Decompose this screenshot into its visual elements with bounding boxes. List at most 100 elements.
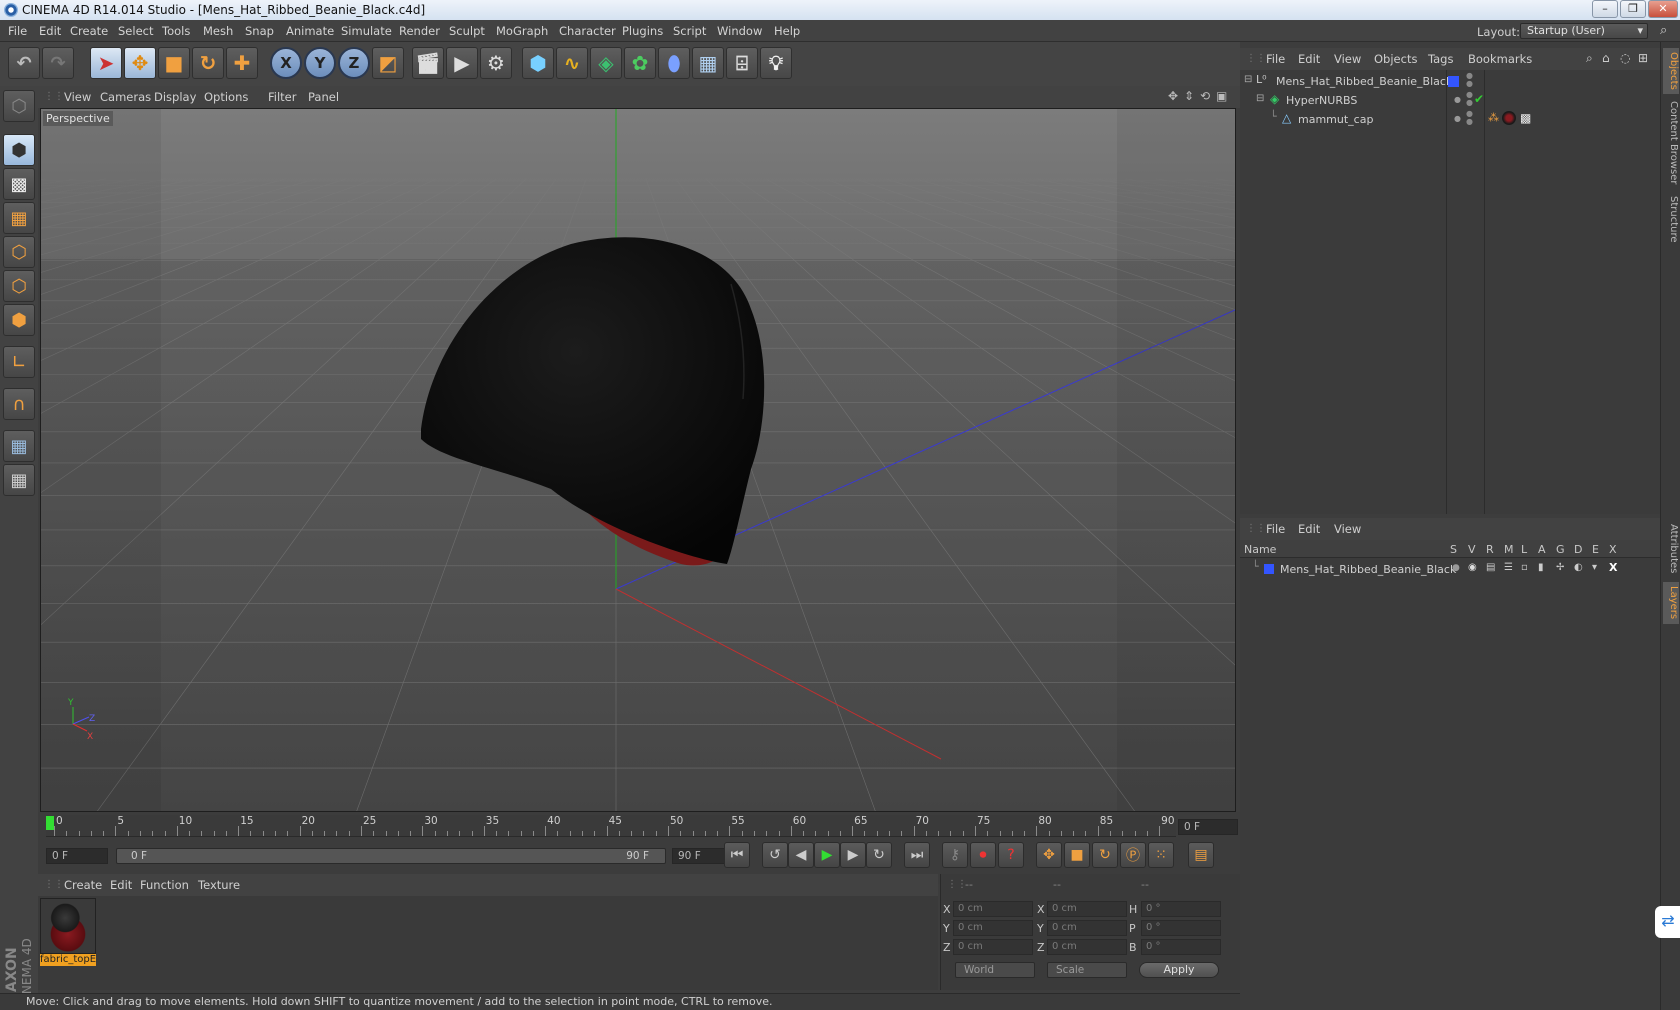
object-menu-objects[interactable]: Objects bbox=[1374, 52, 1417, 66]
eye-icon[interactable]: ◌ bbox=[1620, 51, 1630, 65]
key-pla-button[interactable]: ⁙ bbox=[1148, 842, 1174, 868]
add-spline-button[interactable]: ∿ bbox=[556, 47, 588, 79]
render-settings-button[interactable]: ⚙ bbox=[480, 47, 512, 79]
go-to-end-button[interactable]: ⏭ bbox=[904, 842, 930, 868]
material-menu-edit[interactable]: Edit bbox=[110, 878, 132, 892]
viewport-menu-panel[interactable]: Panel bbox=[308, 90, 339, 104]
menu-window[interactable]: Window bbox=[717, 24, 762, 38]
tab-attributes[interactable]: Attributes bbox=[1663, 520, 1679, 578]
undo-button[interactable]: ↶ bbox=[8, 47, 40, 79]
column-visible[interactable]: V bbox=[1468, 543, 1476, 556]
points-mode-button[interactable]: ⬡ bbox=[3, 236, 35, 268]
pos-y-field[interactable]: 0 cm bbox=[953, 920, 1033, 936]
render-icon[interactable]: ▤ bbox=[1486, 562, 1495, 573]
solo-toggle-icon[interactable]: ● bbox=[1452, 563, 1460, 573]
start-frame-field[interactable]: 0 F bbox=[46, 848, 108, 864]
column-xrefs[interactable]: X bbox=[1609, 543, 1617, 556]
visibility-dots[interactable]: ● ● bbox=[1466, 72, 1473, 88]
menu-character[interactable]: Character bbox=[559, 24, 616, 38]
coordinate-mode-dropdown[interactable]: World bbox=[955, 962, 1035, 978]
material-menu-create[interactable]: Create bbox=[64, 878, 102, 892]
texture-mode-button[interactable]: ▩ bbox=[3, 168, 35, 200]
snap-button[interactable]: ∩ bbox=[3, 388, 35, 420]
layout-dropdown[interactable]: Startup (User) ▾ bbox=[1520, 23, 1648, 39]
x-axis-lock-button[interactable]: X bbox=[270, 47, 302, 79]
render-view-button[interactable]: 🎬︎ bbox=[412, 47, 444, 79]
viewport-menu-options[interactable]: Options bbox=[204, 90, 248, 104]
menu-mesh[interactable]: Mesh bbox=[203, 24, 233, 38]
menu-select[interactable]: Select bbox=[118, 24, 153, 38]
layer-menu-file[interactable]: File bbox=[1266, 522, 1285, 536]
menu-mograph[interactable]: MoGraph bbox=[496, 24, 548, 38]
manager-icon[interactable]: ☰ bbox=[1504, 562, 1513, 573]
pos-z-field[interactable]: 0 cm bbox=[953, 939, 1033, 955]
collapse-icon[interactable]: ⊟ bbox=[1244, 74, 1252, 85]
menu-tools[interactable]: Tools bbox=[162, 24, 190, 38]
column-locked[interactable]: L bbox=[1521, 543, 1527, 556]
minimize-button[interactable]: – bbox=[1592, 0, 1618, 18]
previous-key-button[interactable]: ↺ bbox=[762, 842, 788, 868]
close-button[interactable]: ✕ bbox=[1648, 0, 1678, 18]
material-menu-texture[interactable]: Texture bbox=[198, 878, 240, 892]
lock-workplane-button[interactable]: ▦ bbox=[3, 430, 35, 462]
menu-sculpt[interactable]: Sculpt bbox=[449, 24, 485, 38]
object-menu-bookmarks[interactable]: Bookmarks bbox=[1468, 52, 1532, 66]
transform-tool-button[interactable]: ✚ bbox=[226, 47, 258, 79]
editor-visibility-dot[interactable]: ● bbox=[1454, 95, 1461, 104]
lock-icon[interactable]: ▫ bbox=[1521, 562, 1528, 573]
menu-create[interactable]: Create bbox=[70, 24, 108, 38]
column-animation[interactable]: A bbox=[1538, 543, 1546, 556]
object-menu-file[interactable]: File bbox=[1266, 52, 1285, 66]
tree-row-mammut-cap[interactable]: └ △ mammut_cap ● ● ● ⁂ ▩ bbox=[1240, 110, 1660, 129]
add-camera-button[interactable]: ⌹ bbox=[726, 47, 758, 79]
rotate-view-icon[interactable]: ⟲ bbox=[1200, 89, 1210, 103]
expression-icon[interactable]: ▾ bbox=[1592, 562, 1597, 573]
menu-snap[interactable]: Snap bbox=[245, 24, 274, 38]
previous-frame-button[interactable]: ◀ bbox=[788, 842, 814, 868]
tab-layers[interactable]: Layers bbox=[1663, 582, 1679, 624]
layer-row[interactable]: └ Mens_Hat_Ribbed_Beanie_Black ● ◉ ▤ ☰ ▫… bbox=[1240, 560, 1660, 579]
rotate-tool-button[interactable]: ↻ bbox=[192, 47, 224, 79]
layer-menu-edit[interactable]: Edit bbox=[1298, 522, 1320, 536]
xref-icon[interactable]: X bbox=[1609, 561, 1617, 574]
menu-render[interactable]: Render bbox=[399, 24, 440, 38]
menu-animate[interactable]: Animate bbox=[286, 24, 334, 38]
object-menu-view[interactable]: View bbox=[1334, 52, 1361, 66]
tab-structure[interactable]: Structure bbox=[1663, 192, 1679, 246]
layer-color-swatch[interactable] bbox=[1448, 76, 1459, 87]
z-axis-lock-button[interactable]: Z bbox=[338, 47, 370, 79]
collapse-icon[interactable]: ⊟ bbox=[1256, 93, 1264, 104]
size-z-field[interactable]: 0 cm bbox=[1047, 939, 1127, 955]
menu-plugins[interactable]: Plugins bbox=[622, 24, 663, 38]
viewport-menu-filter[interactable]: Filter bbox=[268, 90, 296, 104]
phong-tag-icon[interactable]: ⁂ bbox=[1488, 111, 1499, 124]
add-array-button[interactable]: ✿ bbox=[624, 47, 656, 79]
texture-tag-icon[interactable]: ▩ bbox=[1520, 111, 1531, 125]
deformer-icon[interactable]: ◐ bbox=[1574, 562, 1583, 573]
perspective-viewport[interactable]: Y Z X Perspective bbox=[40, 108, 1236, 812]
home-icon[interactable]: ⌂ bbox=[1602, 51, 1610, 65]
redo-button[interactable]: ↷ bbox=[42, 47, 74, 79]
material-item[interactable]: fabric_topE bbox=[40, 898, 96, 966]
add-nurbs-button[interactable]: ◈ bbox=[590, 47, 622, 79]
tree-row-root[interactable]: ⊟ L⁰ Mens_Hat_Ribbed_Beanie_Black ● ● bbox=[1240, 72, 1660, 91]
viewport-menu-view[interactable]: View bbox=[64, 90, 91, 104]
axis-mode-button[interactable]: ∟ bbox=[3, 346, 35, 378]
menu-edit[interactable]: Edit bbox=[39, 24, 61, 38]
editor-visibility-dot[interactable]: ● bbox=[1454, 114, 1461, 123]
column-name[interactable]: Name bbox=[1244, 543, 1276, 556]
viewport-menu-display[interactable]: Display bbox=[154, 90, 196, 104]
size-mode-dropdown[interactable]: Scale bbox=[1047, 962, 1127, 978]
animation-icon[interactable]: ▮ bbox=[1538, 562, 1544, 573]
column-expressions[interactable]: E bbox=[1592, 543, 1599, 556]
pan-view-icon[interactable]: ✥ bbox=[1168, 89, 1178, 103]
edges-mode-button[interactable]: ⬡ bbox=[3, 270, 35, 302]
menu-file[interactable]: File bbox=[8, 24, 27, 38]
apply-button[interactable]: Apply bbox=[1139, 962, 1219, 978]
key-position-button[interactable]: ✥ bbox=[1036, 842, 1062, 868]
menu-script[interactable]: Script bbox=[673, 24, 706, 38]
add-cube-button[interactable]: ⬢ bbox=[522, 47, 554, 79]
polygons-mode-button[interactable]: ⬢ bbox=[3, 304, 35, 336]
workplane-mode-button[interactable]: ▦ bbox=[3, 202, 35, 234]
live-select-button[interactable]: ➤ bbox=[90, 47, 122, 79]
